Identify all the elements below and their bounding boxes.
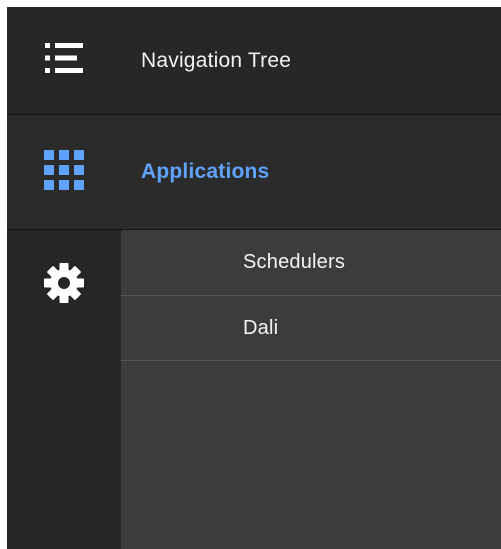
nav-item-applications[interactable]: Applications bbox=[7, 115, 501, 230]
nav-icon-cell bbox=[7, 115, 121, 229]
grid-icon bbox=[43, 149, 85, 196]
list-icon bbox=[43, 41, 85, 80]
nav-item-settings[interactable] bbox=[7, 230, 121, 340]
navigation-panel: Navigation Tree Applications Schedulers … bbox=[7, 7, 501, 549]
left-icon-rail bbox=[7, 230, 121, 549]
submenu-item-label: Dali bbox=[243, 316, 279, 339]
submenu-item-label: Schedulers bbox=[243, 251, 346, 273]
nav-icon-cell bbox=[7, 7, 121, 114]
submenu-item-schedulers[interactable]: Schedulers bbox=[121, 230, 501, 296]
nav-item-label: Navigation Tree bbox=[141, 48, 292, 72]
nav-item-navigation-tree[interactable]: Navigation Tree bbox=[7, 7, 501, 115]
gear-icon bbox=[42, 261, 86, 310]
nav-item-label: Applications bbox=[141, 160, 270, 183]
applications-submenu: Schedulers Dali bbox=[121, 230, 501, 549]
submenu-item-dali[interactable]: Dali bbox=[121, 296, 501, 361]
